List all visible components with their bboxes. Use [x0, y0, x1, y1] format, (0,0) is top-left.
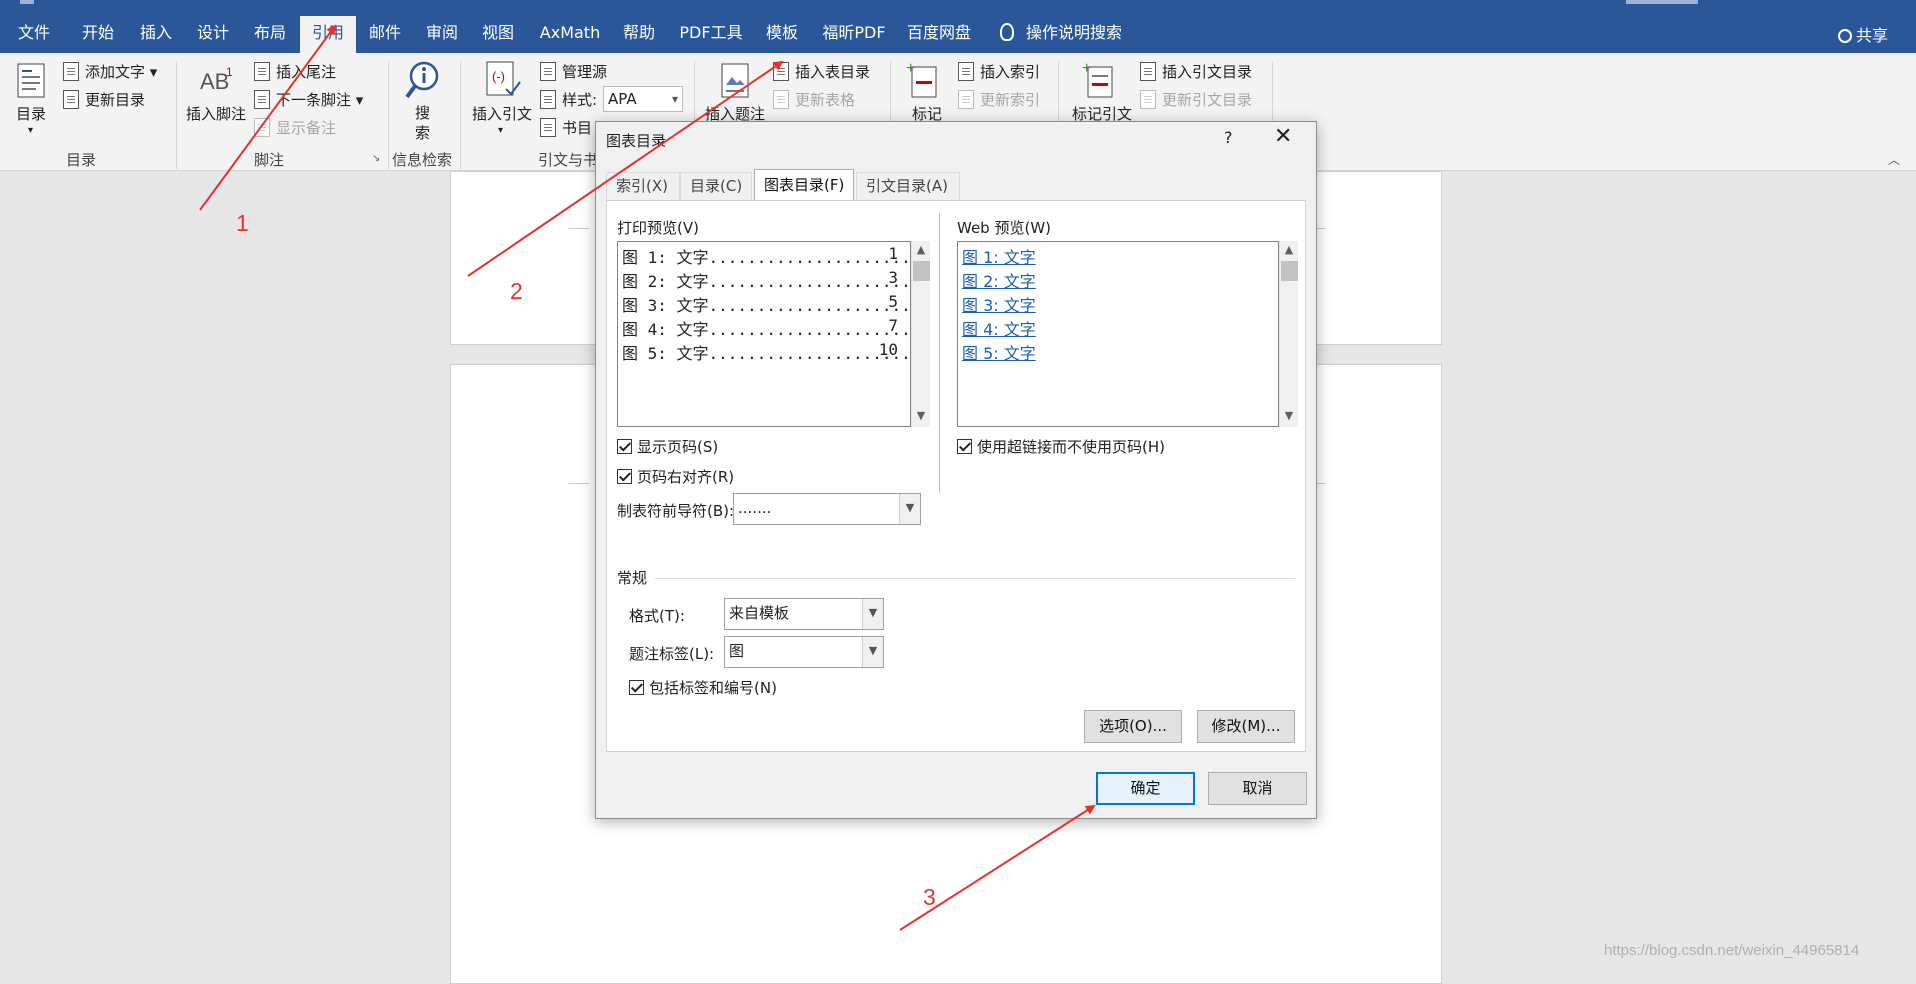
annotation-number-3: 3	[923, 884, 936, 910]
arrow-2	[467, 60, 784, 277]
annotation-number-2: 2	[510, 278, 523, 304]
arrow-1	[199, 24, 337, 211]
annotation-number-1: 1	[236, 210, 249, 236]
annotation-arrows	[199, 24, 1096, 931]
tab-table-of-figures[interactable]: 图表目录(F)	[754, 169, 854, 200]
watermark: https://blog.csdn.net/weixin_44965814	[1604, 942, 1860, 959]
arrow-3	[899, 804, 1096, 931]
